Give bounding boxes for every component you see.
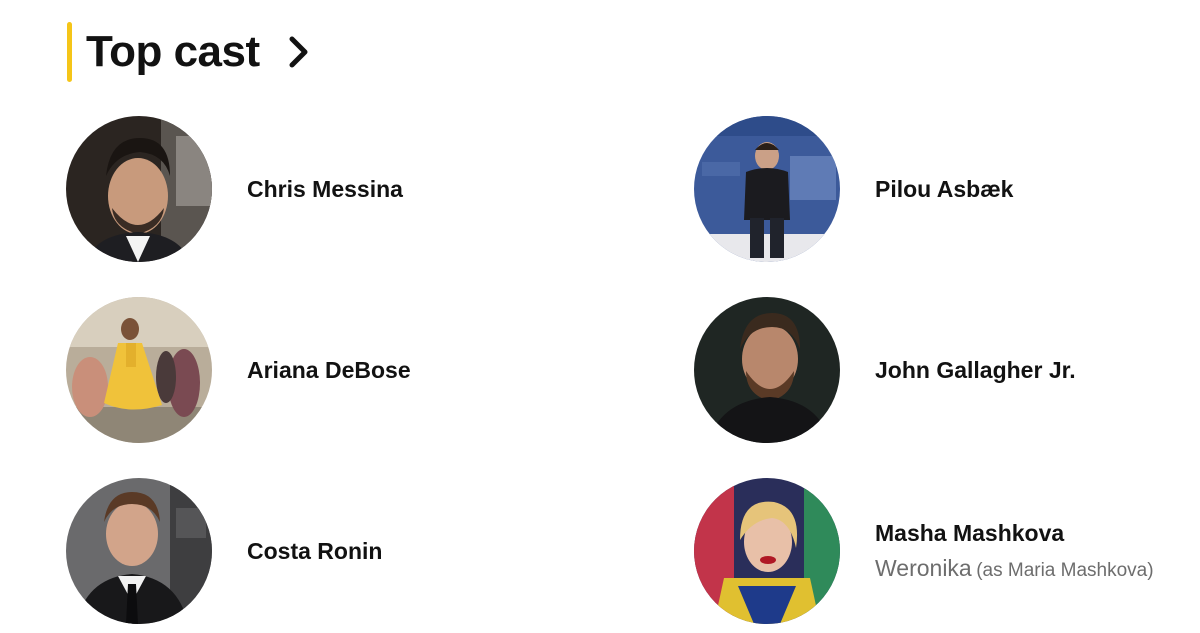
actor-photo[interactable] (66, 478, 212, 624)
cast-item: Chris Messina (66, 116, 566, 262)
actor-photo[interactable] (694, 478, 840, 624)
character-line: Weronika (as Maria Mashkova) (875, 555, 1154, 582)
actor-name[interactable]: Pilou Asbæk (875, 176, 1013, 203)
actor-photo[interactable] (66, 116, 212, 262)
top-cast-header-link[interactable]: Top cast (67, 22, 314, 82)
character-name-link[interactable]: Weronika (875, 555, 972, 581)
actor-photo[interactable] (66, 297, 212, 443)
cast-item: John Gallagher Jr. (694, 297, 1194, 443)
actor-name[interactable]: Masha Mashkova (875, 520, 1154, 547)
cast-item: Ariana DeBose (66, 297, 566, 443)
chevron-right-icon[interactable] (284, 34, 314, 70)
cast-item: Costa Ronin (66, 478, 566, 624)
actor-name[interactable]: John Gallagher Jr. (875, 357, 1076, 384)
actor-photo[interactable] (694, 297, 840, 443)
actor-name[interactable]: Costa Ronin (247, 538, 382, 565)
top-cast-section: Top cast Chris Messina Pilou Asbæk Arian… (0, 0, 1200, 633)
actor-photo[interactable] (694, 116, 840, 262)
cast-item: Pilou Asbæk (694, 116, 1194, 262)
section-title: Top cast (86, 27, 260, 76)
actor-name[interactable]: Ariana DeBose (247, 357, 411, 384)
character-alias: (as Maria Mashkova) (976, 560, 1154, 581)
section-accent-bar (67, 22, 72, 82)
cast-item: Masha Mashkova Weronika (as Maria Mashko… (694, 478, 1194, 624)
actor-name[interactable]: Chris Messina (247, 176, 403, 203)
